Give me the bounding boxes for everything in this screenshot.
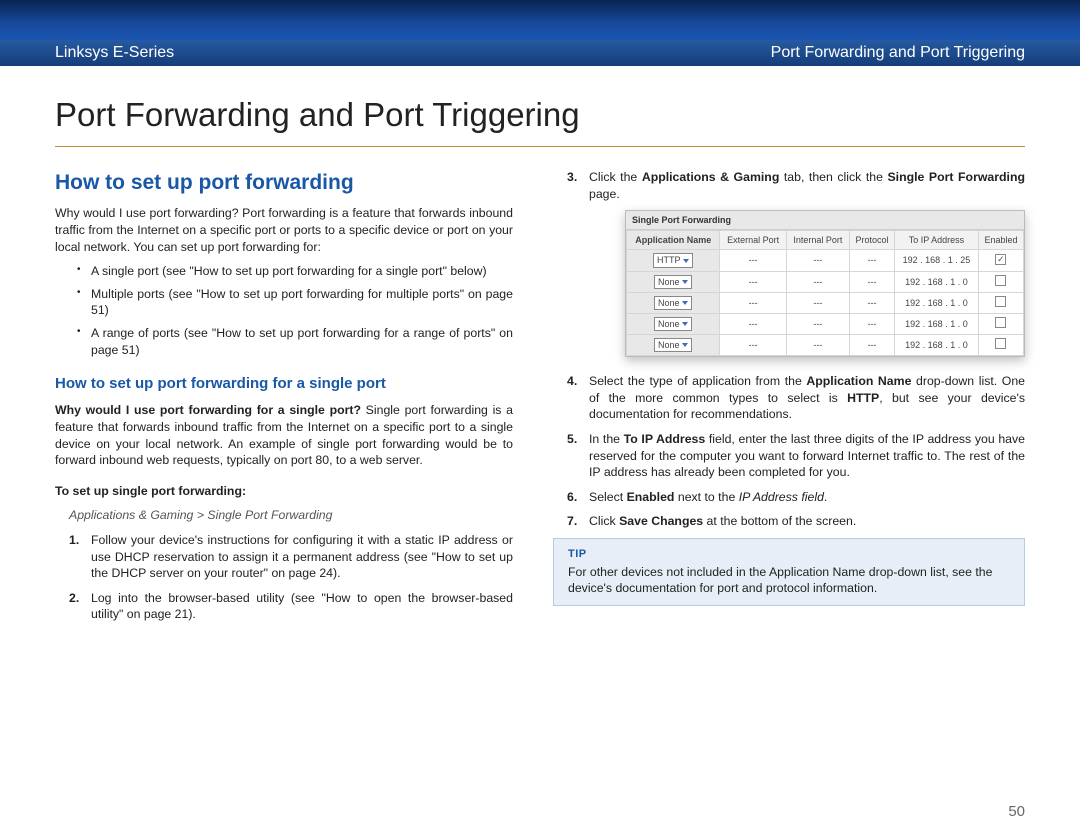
top-gradient-strip <box>0 0 1080 40</box>
subsection-heading: How to set up port forwarding for a sing… <box>55 374 513 394</box>
page-title: Port Forwarding and Port Triggering <box>55 96 1025 134</box>
page-number: 50 <box>1008 803 1025 820</box>
step-item: Click Save Changes at the bottom of the … <box>553 513 1025 530</box>
section-heading: How to set up port forwarding <box>55 169 513 197</box>
app-name-dropdown[interactable]: None <box>654 338 693 352</box>
right-column: Click the Applications & Gaming tab, the… <box>553 169 1025 631</box>
enabled-checkbox[interactable] <box>995 275 1006 286</box>
port-forwarding-table: Application Name External Port Internal … <box>626 230 1024 356</box>
embed-tab: Single Port Forwarding <box>626 211 1024 230</box>
setup-label: To set up single port forwarding: <box>55 483 513 500</box>
list-item: Multiple ports (see "How to set up port … <box>55 286 513 319</box>
table-header-row: Application Name External Port Internal … <box>627 231 1024 250</box>
col-header: Protocol <box>849 231 894 250</box>
col-header: Enabled <box>978 231 1023 250</box>
app-name-dropdown[interactable]: None <box>654 275 693 289</box>
enabled-checkbox[interactable] <box>995 254 1006 265</box>
step-item: Log into the browser-based utility (see … <box>55 590 513 623</box>
list-item: A range of ports (see "How to set up por… <box>55 325 513 358</box>
app-name-dropdown[interactable]: HTTP <box>653 253 694 267</box>
table-row: HTTP --- --- --- 192 . 168 . 1 . 25 <box>627 250 1024 271</box>
chevron-down-icon <box>683 259 689 263</box>
tip-box: TIP For other devices not included in th… <box>553 538 1025 606</box>
enabled-checkbox[interactable] <box>995 317 1006 328</box>
step-item: Follow your device's instructions for co… <box>55 532 513 582</box>
col-header: External Port <box>720 231 786 250</box>
tip-body: For other devices not included in the Ap… <box>568 564 1010 597</box>
step-item: Select Enabled next to the IP Address fi… <box>553 489 1025 506</box>
app-name-dropdown[interactable]: None <box>654 296 693 310</box>
step-item: In the To IP Address field, enter the la… <box>553 431 1025 481</box>
step-item: Click the Applications & Gaming tab, the… <box>553 169 1025 357</box>
table-row: None --- --- --- 192 . 168 . 1 . 0 <box>627 335 1024 356</box>
steps-list-right: Click the Applications & Gaming tab, the… <box>553 169 1025 530</box>
chevron-down-icon <box>682 343 688 347</box>
header-left: Linksys E-Series <box>55 44 174 62</box>
table-row: None --- --- --- 192 . 168 . 1 . 0 <box>627 292 1024 313</box>
table-row: None --- --- --- 192 . 168 . 1 . 0 <box>627 313 1024 334</box>
tip-label: TIP <box>568 547 1010 562</box>
list-item: A single port (see "How to set up port f… <box>55 263 513 280</box>
col-header: Internal Port <box>786 231 849 250</box>
col-header: Application Name <box>627 231 720 250</box>
two-column-layout: How to set up port forwarding Why would … <box>55 169 1025 631</box>
embedded-screenshot: Single Port Forwarding Application Name … <box>625 210 1025 357</box>
chevron-down-icon <box>682 280 688 284</box>
col-header: To IP Address <box>894 231 978 250</box>
table-row: None --- --- --- 192 . 168 . 1 . 0 <box>627 271 1024 292</box>
intro-paragraph: Why would I use port forwarding? Port fo… <box>55 205 513 255</box>
steps-list-left: Follow your device's instructions for co… <box>55 532 513 623</box>
intro-question: Why would I use port forwarding for a si… <box>55 403 361 417</box>
header-bar: Linksys E-Series Port Forwarding and Por… <box>0 40 1080 66</box>
step-item: Select the type of application from the … <box>553 373 1025 423</box>
app-name-dropdown[interactable]: None <box>654 317 693 331</box>
breadcrumb: Applications & Gaming > Single Port Forw… <box>69 507 513 524</box>
enabled-checkbox[interactable] <box>995 296 1006 307</box>
single-port-intro: Why would I use port forwarding for a si… <box>55 402 513 468</box>
left-column: How to set up port forwarding Why would … <box>55 169 513 631</box>
enabled-checkbox[interactable] <box>995 338 1006 349</box>
chevron-down-icon <box>682 322 688 326</box>
header-right: Port Forwarding and Port Triggering <box>771 44 1025 62</box>
bullet-list: A single port (see "How to set up port f… <box>55 263 513 358</box>
chevron-down-icon <box>682 301 688 305</box>
horizontal-rule <box>55 146 1025 147</box>
page-content: Port Forwarding and Port Triggering How … <box>0 66 1080 834</box>
